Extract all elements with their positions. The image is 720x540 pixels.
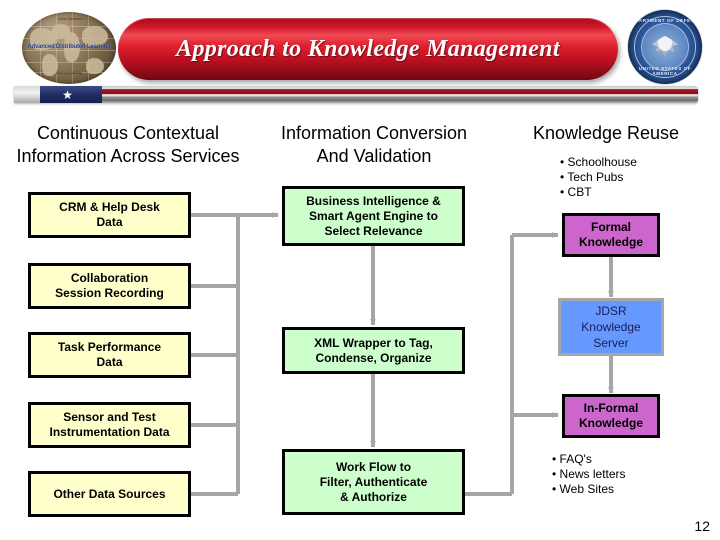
box-other-data-sources[interactable]: Other Data Sources [28,471,191,517]
box-jdsr-knowledge-server[interactable]: JDSR Knowledge Server [558,298,664,356]
box-business-intelligence-smart-agent-engine[interactable]: Business Intelligence & Smart Agent Engi… [282,186,465,246]
list-item: • Web Sites [552,482,615,496]
column-heading-middle: Information Conversion And Validation [280,123,468,166]
column-heading-right: Knowledge Reuse [532,123,680,143]
page-number: 12 [694,518,710,534]
slide-canvas: Joint Services Advanced Distributed Lear… [0,0,720,540]
box-crm-help-desk-data[interactable]: CRM & Help Desk Data [28,192,191,238]
box-xml-wrapper-tag-condense-organize[interactable]: XML Wrapper to Tag, Condense, Organize [282,327,465,374]
box-work-flow-filter-authenticate-authorize[interactable]: Work Flow to Filter, Authenticate & Auth… [282,449,465,515]
box-sensor-and-test-instrumentation-data[interactable]: Sensor and Test Instrumentation Data [28,402,191,448]
box-formal-knowledge[interactable]: Formal Knowledge [562,213,660,257]
list-item: • FAQ's [552,452,592,466]
informal-knowledge-bullet-list: • FAQ's • News letters • Web Sites [552,452,626,497]
column-heading-left: Continuous Contextual Information Across… [16,123,240,166]
list-item: • CBT [560,185,592,199]
box-in-formal-knowledge[interactable]: In-Formal Knowledge [562,394,660,438]
box-collaboration-session-recording[interactable]: Collaboration Session Recording [28,263,191,309]
list-item: • Schoolhouse [560,155,637,169]
box-task-performance-data[interactable]: Task Performance Data [28,332,191,378]
list-item: • Tech Pubs [560,170,624,184]
list-item: • News letters [552,467,626,481]
knowledge-reuse-bullet-list: • Schoolhouse • Tech Pubs • CBT [560,155,637,200]
